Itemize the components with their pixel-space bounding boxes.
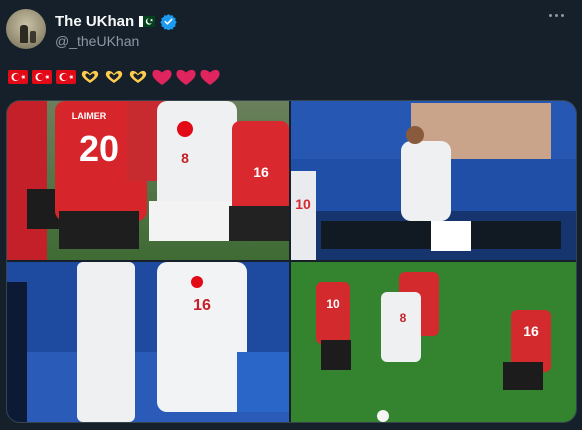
display-name[interactable]: The UKhan <box>55 13 134 30</box>
jersey-number: 16 <box>193 297 211 314</box>
tweet-text <box>7 67 221 87</box>
avatar[interactable] <box>6 9 46 49</box>
red-heart-icon <box>176 69 196 85</box>
verified-badge-icon <box>160 13 177 30</box>
photo-3[interactable]: 16 <box>7 262 289 422</box>
jersey-number: 20 <box>79 128 119 169</box>
jersey-name: LAIMER <box>72 111 107 121</box>
photo-4[interactable]: 10 8 16 <box>291 262 576 422</box>
jersey-number: 16 <box>253 164 269 180</box>
jersey-number: 8 <box>181 150 189 166</box>
red-heart-icon <box>200 69 220 85</box>
heart-hands-icon <box>105 70 123 83</box>
turkey-flag-icon <box>56 70 76 84</box>
author-name-row: The UKhan <box>55 11 177 31</box>
turkey-flag-icon <box>8 70 28 84</box>
more-options-icon[interactable] <box>549 14 564 17</box>
turkey-flag-icon <box>32 70 52 84</box>
jersey-number: 8 <box>400 311 407 325</box>
jersey-number: 10 <box>326 297 340 311</box>
photo-2[interactable]: 10 <box>291 101 576 260</box>
heart-hands-icon <box>129 70 147 83</box>
pakistan-flag-icon <box>139 15 156 27</box>
jersey-number: 10 <box>295 196 311 212</box>
handle[interactable]: @_theUKhan <box>55 33 139 49</box>
red-heart-icon <box>152 69 172 85</box>
jersey-number: 16 <box>523 323 539 339</box>
heart-hands-icon <box>81 70 99 83</box>
photo-1[interactable]: 20 8 16 LAIMER <box>7 101 289 260</box>
media-grid: 20 8 16 LAIMER 10 16 10 8 16 <box>6 100 577 423</box>
